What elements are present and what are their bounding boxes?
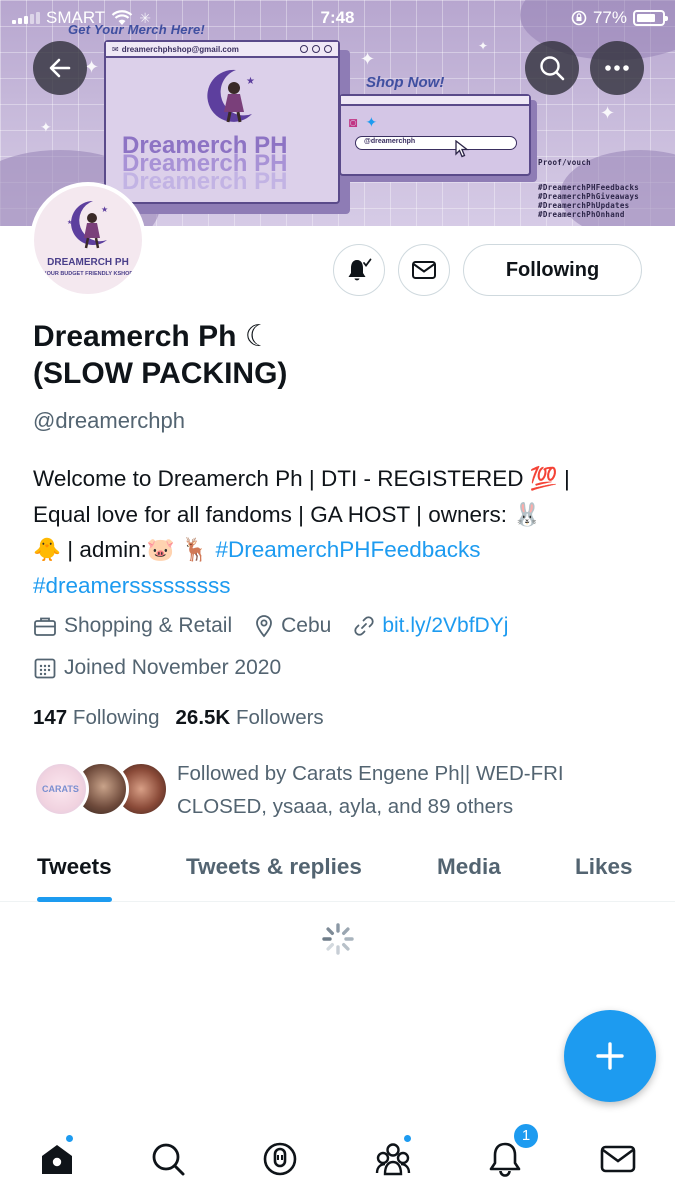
bio-line: Welcome to Dreamerch Ph | DTI - REGISTER… (33, 466, 570, 491)
communities-icon (375, 1143, 411, 1176)
tab-tweets[interactable]: Tweets (37, 832, 112, 902)
notify-bell-button[interactable] (333, 244, 385, 296)
profile-tabs: Tweets Tweets & replies Media Likes (0, 832, 675, 902)
twitter-bird-icon: ✦ (365, 114, 378, 130)
follow-counts: 147 Following 26.5K Followers (33, 706, 324, 730)
follower-avatar: CARATS (33, 761, 89, 817)
location: Cebu (254, 614, 331, 638)
loading-spinner-icon (322, 923, 354, 955)
home-unread-dot (65, 1134, 74, 1143)
bell-active-icon (348, 258, 372, 281)
followed-by[interactable]: CARATS Followed by Carats Engene Ph|| WE… (33, 757, 653, 819)
banner-hashtag: #DreamerchPhUpdates (538, 201, 630, 210)
bio-line: Equal love for all fandoms | GA HOST | o… (33, 501, 542, 527)
bio-line: 🐥 | admin:🐷 🦌 #DreamerchPHFeedbacks (33, 537, 481, 562)
banner-window-bar: ✉ dreamerchphshop@gmail.com (106, 42, 338, 58)
category: Shopping & Retail (33, 614, 232, 638)
status-bar: SMART ✳ 7:48 77% (0, 0, 675, 36)
tab-tweets-replies[interactable]: Tweets & replies (186, 832, 362, 902)
sparkle-icon: ✦ (40, 119, 52, 135)
crescent-moon-logo: ★ (207, 69, 255, 123)
notification-badge: 1 (512, 1122, 540, 1150)
orientation-lock-icon (571, 10, 587, 26)
compose-tweet-button[interactable] (564, 1010, 656, 1102)
cursor-icon (455, 140, 469, 158)
category-label: Shopping & Retail (64, 614, 233, 637)
nav-search[interactable] (143, 1134, 193, 1184)
instagram-icon: ◙ (349, 114, 358, 130)
nav-communities[interactable] (368, 1134, 418, 1184)
communities-unread-dot (403, 1134, 412, 1143)
banner-social-icons: ◙ ✦ (349, 114, 377, 131)
website[interactable]: bit.ly/2VbfDYj (353, 614, 508, 638)
banner-hashtag: #DreamerchPhGiveaways (538, 192, 640, 201)
active-tab-indicator (37, 897, 112, 902)
back-arrow-icon (49, 58, 71, 78)
location-label: Cebu (281, 614, 332, 637)
banner-hashtag: #DreamerchPhOnhand (538, 210, 625, 219)
more-dots-icon (605, 65, 629, 71)
hashtag-link[interactable]: #DreamerchPHFeedbacks (215, 537, 480, 562)
location-pin-icon (256, 615, 273, 638)
battery-percent: 77% (592, 8, 627, 27)
tab-media[interactable]: Media (437, 832, 501, 902)
banner-window: ✉ dreamerchphshop@gmail.com ★ Dreamerch … (104, 40, 340, 204)
joined-date: Joined November 2020 (33, 656, 303, 680)
banner-shop-now: Shop Now! (366, 74, 445, 91)
avatar-moon-logo: ★ ★ (67, 201, 108, 249)
search-icon (152, 1143, 185, 1176)
window-dots (300, 45, 332, 53)
display-name: Dreamerch Ph ☾ (SLOW PACKING) (33, 318, 287, 392)
following-count-link[interactable]: 147 Following (33, 706, 160, 730)
nav-spaces[interactable] (255, 1134, 305, 1184)
back-button[interactable] (33, 41, 87, 95)
banner-handle-field: @dreamerchph (355, 136, 517, 150)
svg-text:★: ★ (67, 219, 72, 226)
profile-bio: Welcome to Dreamerch Ph | DTI - REGISTER… (33, 461, 653, 603)
sparkle-icon: ✦ (360, 49, 376, 69)
sparkle-icon: ✦ (478, 39, 489, 53)
link-icon (354, 616, 374, 636)
nav-home[interactable] (32, 1134, 82, 1184)
calendar-icon (34, 658, 56, 679)
search-button[interactable] (525, 41, 579, 95)
banner-proof-label: Proof/vouch (538, 158, 591, 167)
website-link[interactable]: bit.ly/2VbfDYj (382, 614, 508, 638)
messages-icon (600, 1145, 636, 1173)
display-name-line2: (SLOW PACKING) (33, 357, 288, 390)
banner-email: dreamerchphshop@gmail.com (121, 44, 239, 54)
home-icon (42, 1145, 72, 1174)
followers-count-link[interactable]: 26.5K Followers (176, 706, 324, 730)
more-button[interactable] (590, 41, 644, 95)
envelope-icon: ✉ (112, 44, 119, 54)
user-handle: @dreamerchph (33, 408, 185, 433)
svg-text:★: ★ (246, 76, 255, 87)
tab-likes[interactable]: Likes (575, 832, 633, 902)
profile-avatar[interactable]: ★ ★ DREAMERCH PH YOUR BUDGET FRIENDLY KS… (30, 182, 146, 298)
spaces-icon (263, 1142, 297, 1176)
envelope-icon (412, 261, 436, 279)
plus-icon (596, 1042, 624, 1070)
following-button[interactable]: Following (463, 244, 642, 296)
banner-social-window: ◙ ✦ @dreamerchph (339, 94, 531, 176)
avatar-brand: DREAMERCH PH (47, 257, 129, 268)
banner-hashtags: Proof/vouch #DreamerchPHFeedbacks #Dream… (538, 158, 639, 219)
message-button[interactable] (398, 244, 450, 296)
bottom-navigation: 1 (0, 1120, 675, 1200)
banner-hashtag: #DreamerchPHFeedbacks (538, 183, 640, 192)
svg-text:★: ★ (101, 205, 108, 214)
banner-wordmark-echo: Dreamerch PH (122, 168, 288, 195)
hashtag-link[interactable]: #dreamersssssssss (33, 573, 231, 598)
display-name-line1: Dreamerch Ph ☾ (33, 320, 272, 353)
avatar-tagline: YOUR BUDGET FRIENDLY KSHOP (42, 271, 134, 277)
briefcase-icon (34, 617, 56, 636)
search-icon (540, 56, 565, 81)
sparkle-icon: ✦ (600, 103, 616, 123)
followed-by-text: Followed by Carats Engene Ph|| WED-FRI C… (177, 762, 564, 818)
profile-meta: Shopping & Retail Cebu bit.ly/2VbfDYj (33, 614, 530, 638)
battery-icon (633, 10, 668, 26)
nav-messages[interactable] (593, 1134, 643, 1184)
joined-label: Joined November 2020 (64, 656, 282, 679)
